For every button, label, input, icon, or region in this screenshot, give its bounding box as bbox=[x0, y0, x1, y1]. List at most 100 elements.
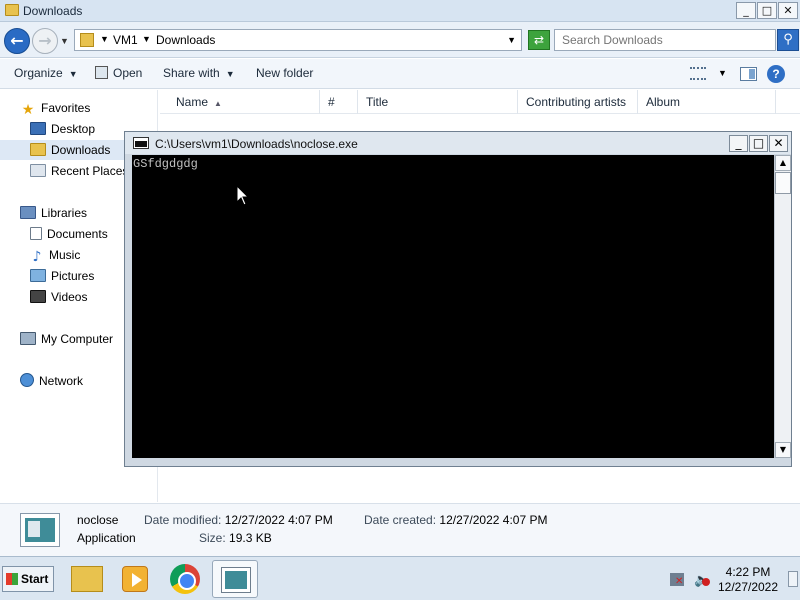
close-button[interactable]: ✕ bbox=[778, 2, 798, 19]
details-file-type: Application bbox=[77, 531, 136, 545]
console-title: C:\Users\vm1\Downloads\noclose.exe bbox=[155, 137, 358, 151]
nav-recent-places[interactable]: Recent Places bbox=[30, 161, 128, 181]
search-input[interactable] bbox=[555, 30, 775, 50]
taskbar-explorer[interactable] bbox=[64, 560, 110, 598]
organize-label: Organize bbox=[14, 66, 63, 80]
folder-icon bbox=[5, 4, 19, 16]
nav-videos[interactable]: Videos bbox=[30, 287, 87, 307]
taskbar-chrome[interactable] bbox=[162, 560, 208, 598]
chevron-down-icon: ▼ bbox=[68, 69, 78, 79]
nav-label: Music bbox=[49, 248, 81, 262]
star-icon: ★ bbox=[21, 102, 35, 118]
nav-desktop[interactable]: Desktop bbox=[30, 119, 95, 139]
column-header-row: Name ▲ # Title Contributing artists Album bbox=[160, 90, 800, 114]
refresh-button[interactable]: ⇄ bbox=[528, 30, 550, 50]
start-button[interactable]: Start bbox=[2, 566, 54, 592]
size-value: 19.3 KB bbox=[229, 531, 272, 545]
address-row: ← → ▼ ▼ VM1 ▼ Downloads ▼ ⇄ ⚲ bbox=[0, 22, 800, 58]
taskbar-console[interactable] bbox=[212, 560, 258, 598]
nav-documents[interactable]: Documents bbox=[30, 224, 108, 244]
nav-label: Desktop bbox=[51, 122, 96, 136]
chevron-down-icon[interactable]: ▼ bbox=[142, 34, 151, 44]
nav-label: Videos bbox=[51, 290, 88, 304]
scroll-up-icon[interactable]: ▲ bbox=[775, 155, 791, 171]
videos-icon bbox=[30, 290, 46, 303]
address-dropdown-icon[interactable]: ▼ bbox=[507, 35, 516, 45]
clock-time: 4:22 PM bbox=[725, 565, 771, 579]
modified-label: Date modified: bbox=[144, 513, 222, 527]
nav-network[interactable]: Network bbox=[20, 371, 83, 391]
breadcrumb-downloads[interactable]: Downloads bbox=[156, 33, 215, 47]
back-button[interactable]: ← bbox=[4, 28, 30, 54]
view-options-icon[interactable] bbox=[690, 67, 706, 80]
folder-icon bbox=[80, 33, 94, 47]
nav-my-computer[interactable]: My Computer bbox=[20, 329, 113, 349]
nav-libraries[interactable]: Libraries bbox=[20, 203, 87, 223]
nav-label: Recent Places bbox=[51, 164, 129, 178]
column-title[interactable]: Title bbox=[358, 90, 518, 114]
organize-button[interactable]: Organize ▼ bbox=[14, 66, 78, 80]
chrome-icon bbox=[170, 564, 200, 594]
network-disconnected-icon[interactable] bbox=[670, 573, 684, 587]
scroll-thumb[interactable] bbox=[775, 172, 791, 194]
nav-music[interactable]: ♪ Music bbox=[30, 245, 81, 265]
created-label: Date created: bbox=[364, 513, 437, 527]
details-created: Date created: 12/27/2022 4:07 PM bbox=[364, 513, 547, 527]
console-minimize-button[interactable]: _ bbox=[729, 135, 748, 152]
column-contributing-artists[interactable]: Contributing artists bbox=[518, 90, 638, 114]
help-icon[interactable]: ? bbox=[767, 65, 785, 83]
open-label: Open bbox=[113, 66, 143, 80]
search-icon[interactable]: ⚲ bbox=[777, 29, 799, 51]
console-titlebar[interactable]: C:\Users\vm1\Downloads\noclose.exe _ □ ✕ bbox=[125, 132, 791, 154]
console-icon bbox=[133, 137, 149, 149]
command-bar: Organize ▼ Open Share with ▼ New folder ▼ … bbox=[0, 59, 800, 89]
nav-label: Pictures bbox=[51, 269, 95, 283]
chevron-down-icon[interactable]: ▼ bbox=[718, 68, 727, 78]
scroll-down-icon[interactable]: ▼ bbox=[775, 442, 791, 458]
forward-button[interactable]: → bbox=[32, 28, 58, 54]
chevron-down-icon[interactable]: ▼ bbox=[100, 34, 109, 44]
minimize-button[interactable]: _ bbox=[736, 2, 756, 19]
taskbar: Start 🔈 4:22 PM 12/27/2022 bbox=[0, 556, 800, 600]
console-close-button[interactable]: ✕ bbox=[769, 135, 788, 152]
details-file-name: noclose bbox=[77, 513, 119, 527]
details-size: Size: 19.3 KB bbox=[199, 531, 272, 545]
column-album[interactable]: Album bbox=[638, 90, 776, 114]
explorer-titlebar[interactable]: Downloads _ □ ✕ bbox=[0, 0, 800, 22]
details-modified: Date modified: 12/27/2022 4:07 PM bbox=[144, 513, 333, 527]
nav-label: Downloads bbox=[51, 143, 111, 157]
desktop-icon bbox=[30, 122, 46, 135]
nav-pictures[interactable]: Pictures bbox=[30, 266, 94, 286]
explorer-title: Downloads bbox=[23, 4, 83, 18]
console-output-area[interactable]: GSfdgdgdg bbox=[132, 155, 774, 458]
chevron-down-icon: ▼ bbox=[225, 69, 235, 79]
nav-label: My Computer bbox=[41, 332, 114, 346]
recent-places-icon bbox=[30, 164, 46, 177]
console-app-icon bbox=[221, 567, 251, 593]
taskbar-media-player[interactable] bbox=[112, 560, 158, 598]
console-scrollbar[interactable]: ▲ ▼ bbox=[774, 155, 791, 458]
preview-pane-icon[interactable] bbox=[740, 67, 757, 81]
share-with-label: Share with bbox=[163, 66, 220, 80]
console-maximize-button[interactable]: □ bbox=[749, 135, 768, 152]
column-name[interactable]: Name ▲ bbox=[168, 90, 320, 114]
created-value: 12/27/2022 4:07 PM bbox=[439, 513, 548, 527]
open-button[interactable]: Open bbox=[95, 66, 142, 80]
column-number[interactable]: # bbox=[320, 90, 358, 114]
show-desktop-button[interactable] bbox=[788, 571, 798, 587]
search-box[interactable] bbox=[554, 29, 776, 51]
share-with-button[interactable]: Share with ▼ bbox=[163, 66, 235, 80]
application-icon bbox=[20, 513, 60, 547]
music-icon: ♪ bbox=[32, 249, 42, 265]
modified-value: 12/27/2022 4:07 PM bbox=[224, 513, 333, 527]
clock[interactable]: 4:22 PM 12/27/2022 bbox=[716, 565, 780, 595]
new-folder-button[interactable]: New folder bbox=[256, 66, 313, 80]
recent-pages-dropdown-icon[interactable]: ▼ bbox=[60, 36, 69, 46]
breadcrumb-vm1[interactable]: VM1 bbox=[113, 33, 138, 47]
nav-label: Favorites bbox=[41, 101, 91, 115]
volume-muted-icon[interactable]: 🔈 bbox=[694, 573, 711, 588]
details-pane: noclose Application Date modified: 12/27… bbox=[0, 503, 800, 556]
maximize-button[interactable]: □ bbox=[757, 2, 777, 19]
nav-favorites[interactable]: ★ Favorites bbox=[20, 98, 91, 118]
address-bar[interactable]: ▼ VM1 ▼ Downloads ▼ bbox=[74, 29, 522, 51]
